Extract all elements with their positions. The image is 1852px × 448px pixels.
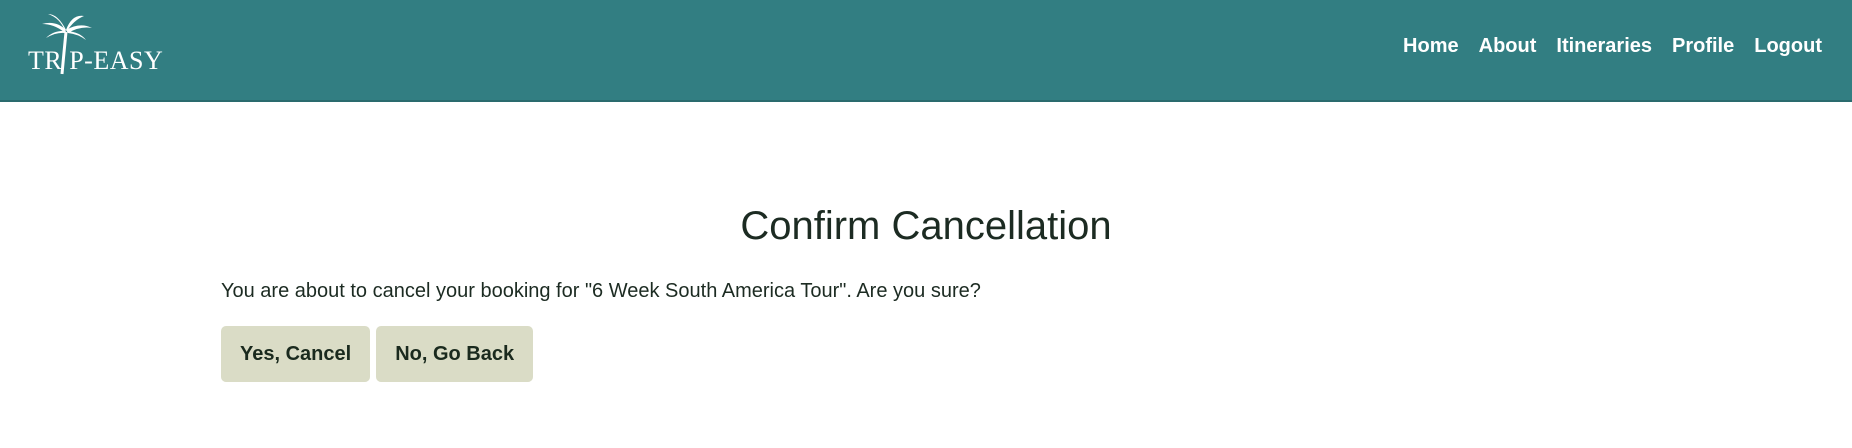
confirmation-message: You are about to cancel your booking for…	[221, 280, 981, 302]
nav-home[interactable]: Home	[1403, 34, 1459, 58]
nav-profile[interactable]: Profile	[1672, 34, 1734, 58]
nav-itineraries[interactable]: Itineraries	[1556, 34, 1652, 58]
nav-about[interactable]: About	[1479, 34, 1537, 58]
title-wrap: Confirm Cancellation	[0, 202, 1852, 250]
logo-link[interactable]: TR P-EASY	[28, 12, 178, 82]
page-title: Confirm Cancellation	[740, 204, 1112, 248]
main-nav: Home About Itineraries Profile Logout	[1403, 34, 1822, 58]
button-group: Yes, Cancel No, Go Back	[221, 326, 534, 382]
go-back-button[interactable]: No, Go Back	[376, 326, 534, 382]
nav-logout[interactable]: Logout	[1754, 34, 1822, 58]
main-content: Confirm Cancellation You are about to ca…	[0, 102, 1852, 448]
logo-text: TR P-EASY	[28, 46, 164, 75]
site-header: TR P-EASY Home About Itineraries Profile…	[0, 0, 1852, 102]
confirm-cancel-button[interactable]: Yes, Cancel	[221, 326, 371, 382]
